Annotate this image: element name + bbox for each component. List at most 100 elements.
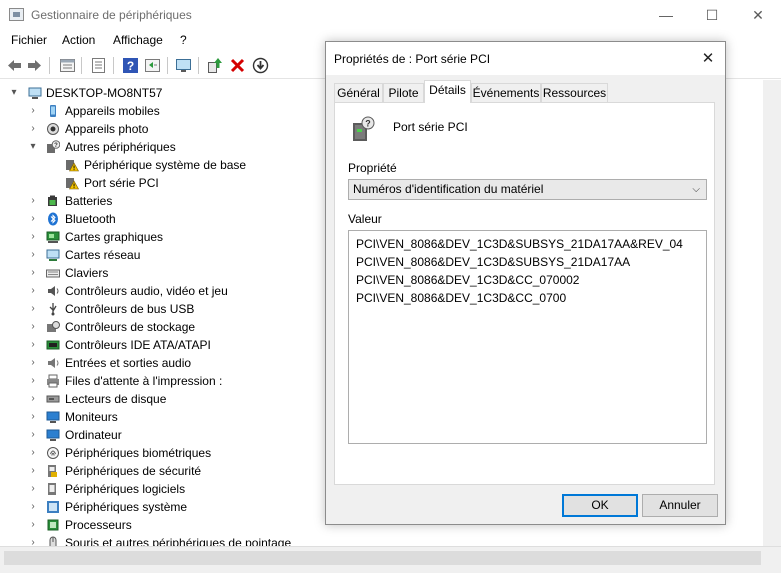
menu-fichier[interactable]: Fichier xyxy=(11,33,47,47)
chevron-right-icon[interactable]: › xyxy=(28,264,38,282)
tree-item[interactable]: › Contrôleurs de bus USB xyxy=(0,300,330,318)
monitor-icon[interactable] xyxy=(175,57,192,74)
view-icon[interactable] xyxy=(144,57,161,74)
tree-item[interactable]: › Files d'attente à l'impression : xyxy=(0,372,330,390)
chevron-down-icon[interactable]: ▾ xyxy=(28,138,38,156)
tab-details[interactable]: Détails xyxy=(424,80,471,103)
tree-item[interactable]: › Bluetooth xyxy=(0,210,330,228)
chevron-right-icon[interactable]: › xyxy=(28,120,38,138)
properties-dialog: Propriétés de : Port série PCI ✕ Général… xyxy=(325,41,726,525)
title-bar[interactable]: Gestionnaire de périphériques — ☐ ✕ xyxy=(0,0,781,30)
storage-controller-icon xyxy=(47,321,60,332)
chevron-right-icon[interactable]: › xyxy=(28,282,38,300)
chevron-right-icon[interactable]: › xyxy=(28,210,38,228)
tree-item[interactable]: › Claviers xyxy=(0,264,330,282)
value-label: Valeur xyxy=(348,212,382,226)
ok-button[interactable]: OK xyxy=(562,494,638,517)
printer-icon xyxy=(47,374,59,388)
update-driver-icon[interactable] xyxy=(206,57,223,74)
tree-item[interactable]: › Ordinateur xyxy=(0,426,330,444)
value-list[interactable]: PCI\VEN_8086&DEV_1C3D&SUBSYS_21DA17AA&RE… xyxy=(348,230,707,444)
dialog-title-bar[interactable]: Propriétés de : Port série PCI ✕ xyxy=(326,42,725,75)
maximize-button[interactable]: ☐ xyxy=(689,0,735,30)
tree-item[interactable]: › Processeurs xyxy=(0,516,330,534)
chevron-right-icon[interactable]: › xyxy=(28,444,38,462)
tree-item[interactable]: ▾? Autres périphériques xyxy=(0,138,330,156)
forward-icon[interactable] xyxy=(26,57,43,74)
tree-item[interactable]: › Appareils photo xyxy=(0,120,330,138)
tree-item-label: Contrôleurs de stockage xyxy=(65,320,196,334)
tree-item[interactable]: › Appareils mobiles xyxy=(0,102,330,120)
chevron-right-icon[interactable]: › xyxy=(28,246,38,264)
chevron-right-icon[interactable]: › xyxy=(28,228,38,246)
tree-item-label: Périphériques biométriques xyxy=(65,446,212,460)
property-select[interactable]: Numéros d'identification du matériel ⌵ xyxy=(348,179,707,200)
mobile-device-icon xyxy=(50,105,56,117)
fingerprint-icon xyxy=(47,447,59,459)
chevron-right-icon[interactable]: › xyxy=(28,390,38,408)
warning-device-icon xyxy=(66,178,79,190)
tree-item[interactable]: › Moniteurs xyxy=(0,408,330,426)
chevron-right-icon[interactable]: › xyxy=(28,354,38,372)
chevron-right-icon[interactable]: › xyxy=(28,192,38,210)
tree-item[interactable]: Port série PCI xyxy=(0,174,330,192)
chevron-right-icon[interactable]: › xyxy=(28,336,38,354)
list-icon[interactable] xyxy=(90,57,107,74)
tree-item[interactable]: › Entrées et sorties audio xyxy=(0,354,330,372)
tab-evenements[interactable]: Événements xyxy=(471,83,541,102)
close-button[interactable]: ✕ xyxy=(735,0,781,30)
tree-item[interactable]: › Contrôleurs audio, vidéo et jeu xyxy=(0,282,330,300)
tree-item-label: Périphériques système xyxy=(65,500,188,514)
value-item[interactable]: PCI\VEN_8086&DEV_1C3D&CC_0700 xyxy=(356,289,699,307)
uninstall-icon[interactable] xyxy=(229,57,246,74)
properties-icon[interactable] xyxy=(59,57,76,74)
horizontal-scrollbar[interactable] xyxy=(0,546,781,573)
chevron-right-icon[interactable]: › xyxy=(28,498,38,516)
tab-ressources[interactable]: Ressources xyxy=(541,83,608,102)
menu-action[interactable]: Action xyxy=(62,33,95,47)
chevron-down-icon[interactable]: ▾ xyxy=(9,84,19,102)
tree-item[interactable]: › Souris et autres périphériques de point… xyxy=(0,534,330,546)
value-item[interactable]: PCI\VEN_8086&DEV_1C3D&CC_070002 xyxy=(356,271,699,289)
tree-item[interactable]: › Périphériques de sécurité xyxy=(0,462,330,480)
chevron-right-icon[interactable]: › xyxy=(28,408,38,426)
download-icon[interactable] xyxy=(252,57,269,74)
tree-item[interactable]: › Cartes réseau xyxy=(0,246,330,264)
tree-item[interactable]: › Lecteurs de disque xyxy=(0,390,330,408)
tree-item[interactable]: › Périphériques système xyxy=(0,498,330,516)
chevron-right-icon[interactable]: › xyxy=(28,300,38,318)
tree-item-label: Cartes graphiques xyxy=(65,230,164,244)
chevron-right-icon[interactable]: › xyxy=(28,426,38,444)
tree-item-label: Files d'attente à l'impression : xyxy=(65,374,223,388)
tree-item-label: Périphériques logiciels xyxy=(65,482,186,496)
tree-item[interactable]: › Batteries xyxy=(0,192,330,210)
tree-item[interactable]: Périphérique système de base xyxy=(0,156,330,174)
chevron-right-icon[interactable]: › xyxy=(28,462,38,480)
chevron-right-icon[interactable]: › xyxy=(28,102,38,120)
security-device-icon xyxy=(48,465,57,477)
tab-pilote[interactable]: Pilote xyxy=(383,83,424,102)
tab-general[interactable]: Général xyxy=(334,83,383,102)
minimize-button[interactable]: — xyxy=(643,0,689,30)
chevron-right-icon[interactable]: › xyxy=(28,480,38,498)
tree-item[interactable]: › Cartes graphiques xyxy=(0,228,330,246)
tree-item[interactable]: › Contrôleurs IDE ATA/ATAPI xyxy=(0,336,330,354)
value-item[interactable]: PCI\VEN_8086&DEV_1C3D&SUBSYS_21DA17AA xyxy=(356,253,699,271)
help-icon[interactable]: ? xyxy=(122,57,139,74)
tree-item[interactable]: › Contrôleurs de stockage xyxy=(0,318,330,336)
menu-affichage[interactable]: Affichage xyxy=(113,33,163,47)
vertical-scrollbar[interactable] xyxy=(763,80,781,546)
menu-help[interactable]: ? xyxy=(180,33,187,47)
tree-item[interactable]: › Périphériques biométriques xyxy=(0,444,330,462)
dialog-close-button[interactable]: ✕ xyxy=(691,42,725,75)
tree-root[interactable]: ▾ DESKTOP-MO8NT57 xyxy=(0,84,320,102)
tree-item[interactable]: › Périphériques logiciels xyxy=(0,480,330,498)
chevron-right-icon[interactable]: › xyxy=(28,318,38,336)
chevron-right-icon[interactable]: › xyxy=(28,534,38,546)
chevron-right-icon[interactable]: › xyxy=(28,516,38,534)
scrollbar-thumb[interactable] xyxy=(4,551,761,565)
value-item[interactable]: PCI\VEN_8086&DEV_1C3D&SUBSYS_21DA17AA&RE… xyxy=(356,235,699,253)
cancel-button[interactable]: Annuler xyxy=(642,494,718,517)
back-icon[interactable] xyxy=(6,57,23,74)
chevron-right-icon[interactable]: › xyxy=(28,372,38,390)
